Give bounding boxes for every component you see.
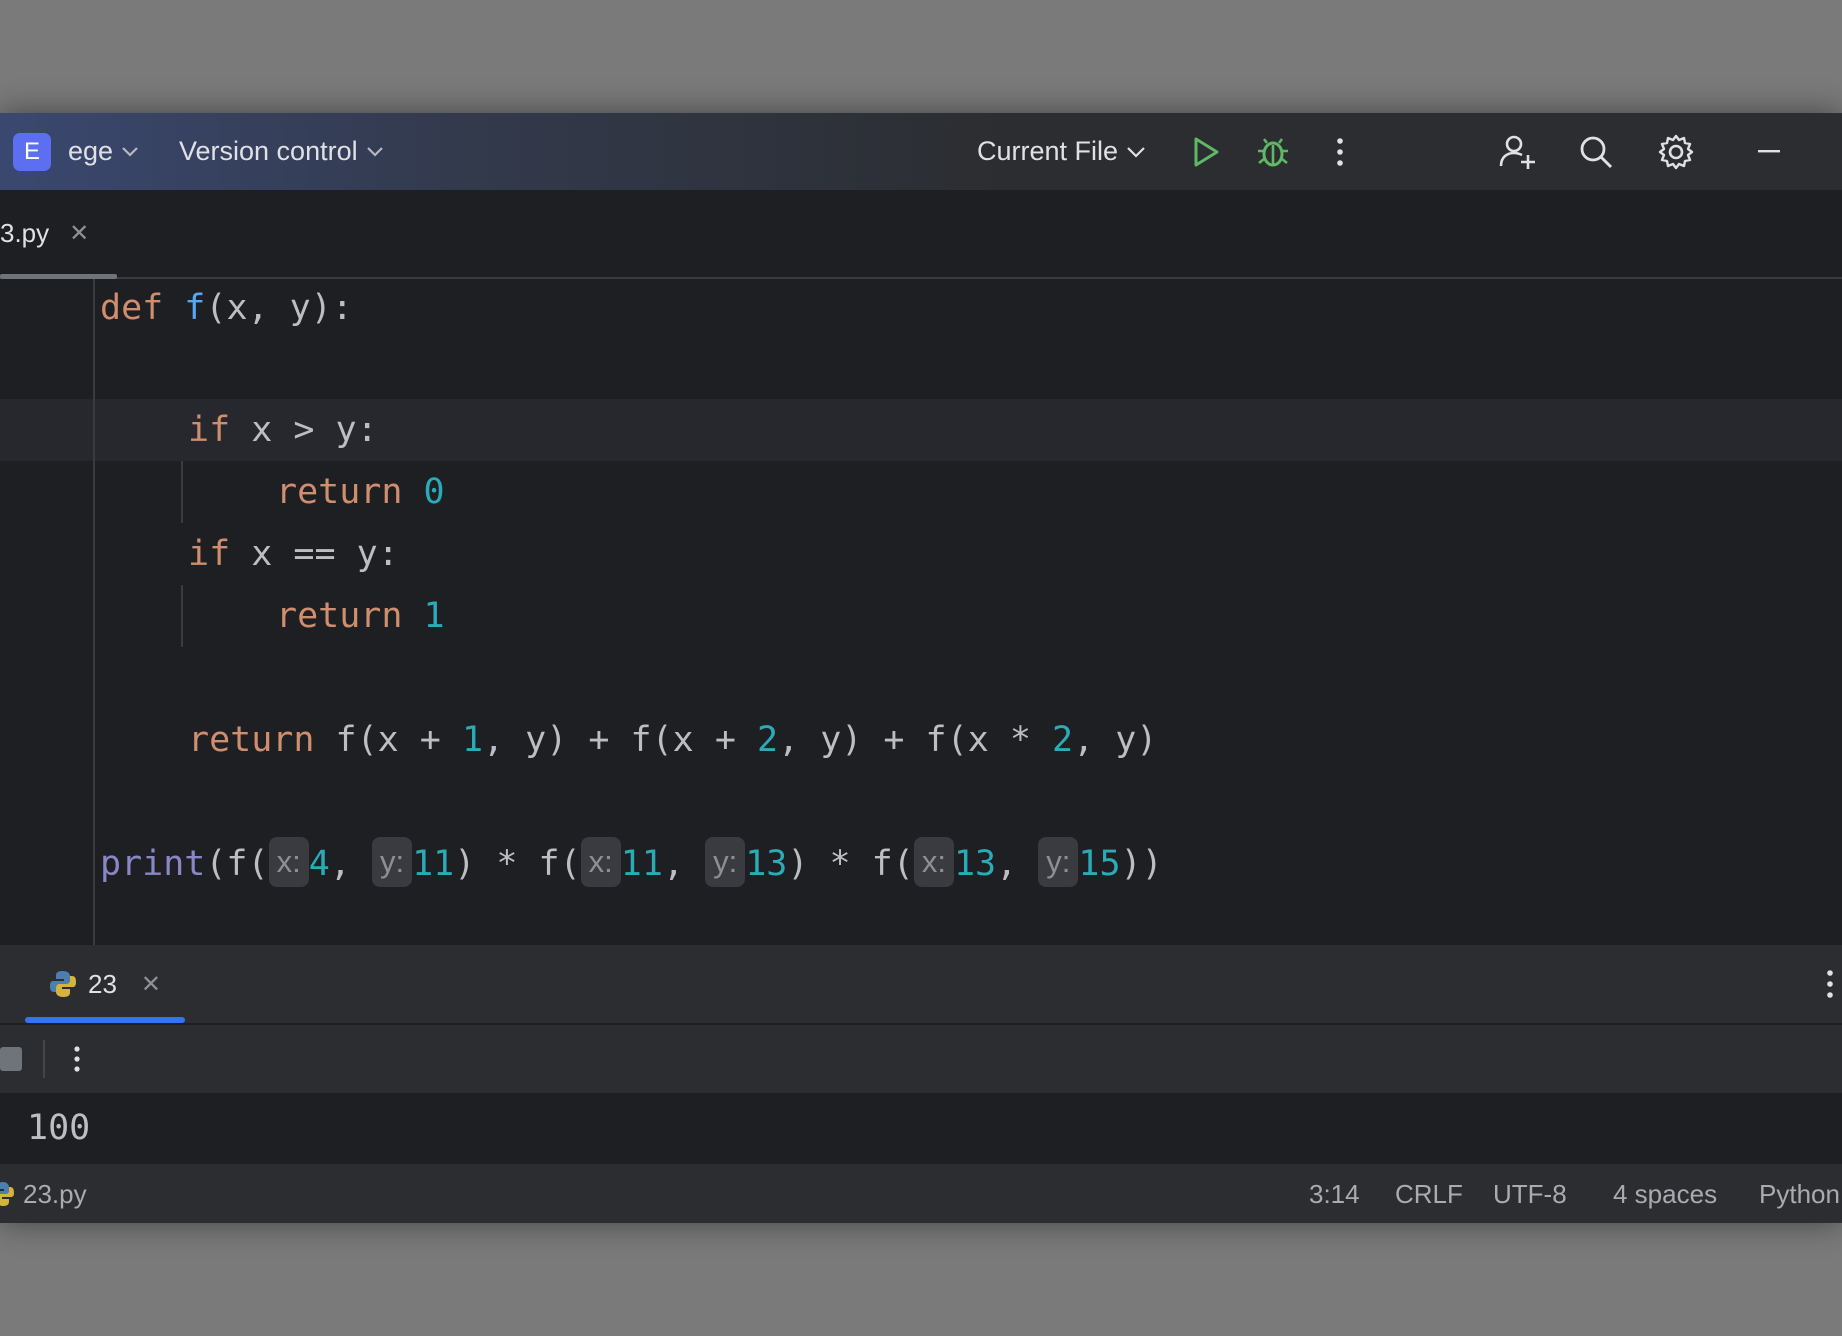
python-icon: [0, 1182, 14, 1206]
close-icon[interactable]: ✕: [69, 219, 89, 248]
more-actions-button[interactable]: [1336, 113, 1344, 190]
chevron-down-icon: [121, 146, 139, 158]
play-icon: [1194, 137, 1219, 166]
minimize-icon: [1758, 149, 1780, 152]
indent-guide: [181, 585, 183, 647]
toolbar-separator: [43, 1040, 45, 1078]
run-config-selector[interactable]: Current File: [977, 113, 1146, 190]
project-name: ege: [68, 136, 114, 166]
main-toolbar: E ege Version control Current File: [0, 113, 1842, 190]
bug-icon: [1258, 137, 1288, 166]
minimize-button[interactable]: [1758, 113, 1780, 190]
code-editor[interactable]: def f(x, y): if x > y: return 0 if x == …: [0, 279, 1842, 945]
code-line-6: return 1: [276, 596, 445, 636]
active-tab-indicator: [25, 1017, 185, 1023]
parameter-hint: x:: [913, 837, 954, 887]
code-line-3: if x > y:: [188, 410, 378, 450]
gear-icon: [1658, 134, 1694, 169]
status-line-separator[interactable]: CRLF: [1395, 1164, 1463, 1223]
parameter-hint: x:: [268, 837, 309, 887]
panel-options-button[interactable]: [1826, 969, 1834, 999]
code-line-4: return 0: [276, 472, 445, 512]
add-user-button[interactable]: [1498, 113, 1536, 190]
status-file-label: 23.py: [23, 1179, 87, 1209]
close-icon[interactable]: ✕: [141, 970, 161, 999]
settings-button[interactable]: [1657, 113, 1695, 190]
code-line-5: if x == y:: [188, 534, 399, 574]
status-file[interactable]: 23.py: [0, 1164, 87, 1223]
parameter-hint: x:: [580, 837, 621, 887]
parameter-hint: y:: [371, 837, 413, 887]
more-vertical-icon: [74, 1046, 80, 1072]
run-toolbar: [0, 1025, 1842, 1093]
project-badge: E: [13, 132, 51, 171]
status-encoding[interactable]: UTF-8: [1493, 1164, 1567, 1223]
chevron-down-icon: [366, 146, 384, 158]
run-tab[interactable]: 23 ✕: [48, 945, 161, 1023]
console-output[interactable]: 100: [0, 1093, 1842, 1163]
parameter-hint: y:: [1038, 837, 1079, 887]
run-button[interactable]: [1191, 113, 1221, 190]
editor-tabs: 3.py ✕: [0, 190, 1842, 279]
code-line-8: return f(x + 1, y) + f(x + 2, y) + f(x *…: [188, 720, 1158, 760]
code-line-10: print(f(x: 4, y: 11) * f(x: 11, y: 13) * f(x…: [100, 833, 1163, 895]
editor-tab-label: 3.py: [0, 218, 50, 248]
code-line-1: def f(x, y):: [100, 288, 353, 328]
ide-window: E ege Version control Current File 3.py …: [0, 113, 1842, 1223]
parameter-hint: y:: [705, 837, 746, 887]
gutter-divider: [93, 279, 95, 945]
run-config-label: Current File: [977, 136, 1119, 166]
debug-button[interactable]: [1256, 113, 1290, 190]
add-user-icon: [1499, 135, 1535, 169]
project-selector[interactable]: E ege: [13, 113, 139, 190]
indent-guide: [181, 461, 183, 523]
editor-tab[interactable]: 3.py ✕: [0, 190, 89, 277]
search-icon: [1580, 136, 1613, 168]
status-bar: 23.py 3:14 CRLF UTF-8 4 spaces Python: [0, 1163, 1842, 1223]
run-panel-header: 23 ✕: [0, 945, 1842, 1025]
status-interpreter[interactable]: Python: [1759, 1164, 1840, 1223]
version-control-label: Version control: [179, 136, 358, 166]
console-text: 100: [27, 1108, 91, 1148]
more-vertical-icon: [1827, 970, 1833, 998]
version-control-menu[interactable]: Version control: [179, 113, 384, 190]
python-icon: [50, 971, 76, 997]
search-button[interactable]: [1578, 113, 1614, 190]
more-vertical-icon: [1337, 137, 1343, 166]
chevron-down-icon: [1126, 146, 1146, 158]
stop-icon[interactable]: [0, 1047, 22, 1071]
run-more-button[interactable]: [73, 1045, 81, 1073]
run-tab-label: 23: [88, 968, 117, 999]
status-indent[interactable]: 4 spaces: [1613, 1164, 1717, 1223]
status-position[interactable]: 3:14: [1309, 1164, 1360, 1223]
